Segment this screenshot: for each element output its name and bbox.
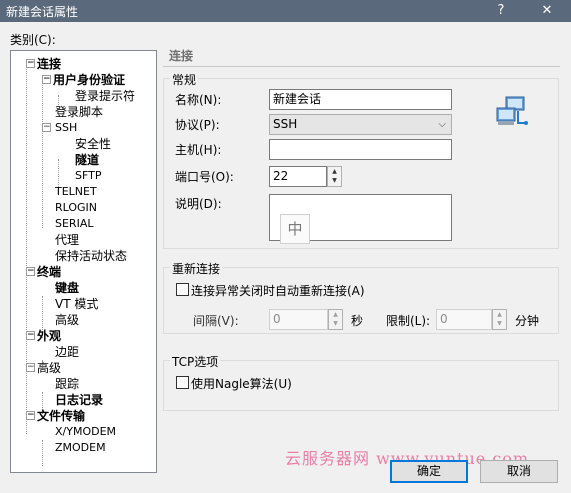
general-group-title: 常规 [170, 71, 199, 88]
name-label: 名称(N): [175, 93, 222, 107]
dialog-body: 类别(C): − 连接 − 用户身份验证 登录提示符 登录脚本 − SSH 安全… [0, 22, 571, 493]
help-button[interactable]: ? [490, 2, 512, 20]
collapse-icon[interactable]: − [42, 75, 51, 84]
protocol-select[interactable]: SSH ⌵ [269, 114, 452, 135]
interval-field[interactable]: 0 [269, 309, 328, 330]
tree-item-login-prompts[interactable]: 登录提示符 [75, 88, 135, 104]
category-tree[interactable]: − 连接 − 用户身份验证 登录提示符 登录脚本 − SSH 安全性 隧道 SF… [10, 50, 157, 473]
tree-guide [26, 64, 27, 434]
tree-item-vt-mode[interactable]: VT 模式 [55, 296, 98, 312]
collapse-icon[interactable]: − [26, 363, 35, 372]
category-label: 类别(C): [10, 33, 56, 47]
minutes-unit: 分钟 [515, 314, 540, 328]
tree-item-keepalive[interactable]: 保持活动状态 [55, 248, 127, 264]
spin-down-icon[interactable]: ▼ [493, 319, 506, 328]
limit-label: 限制(L): [386, 314, 431, 328]
collapse-icon[interactable]: − [26, 411, 35, 420]
port-field[interactable]: 22 [269, 166, 327, 187]
tree-item-terminal-advanced[interactable]: 高级 [55, 312, 79, 328]
seconds-unit: 秒 [351, 314, 364, 328]
nagle-checkbox[interactable] [176, 376, 189, 389]
spin-up-icon[interactable]: ▲ [493, 310, 506, 319]
tree-item-keyboard[interactable]: 键盘 [55, 280, 79, 296]
protocol-label: 协议(P): [175, 118, 220, 132]
limit-spinner[interactable]: ▲ ▼ [492, 309, 507, 330]
tree-item-security[interactable]: 安全性 [75, 136, 111, 152]
tree-item-xymodem[interactable]: X/YMODEM [55, 424, 116, 440]
tree-guide [42, 80, 43, 228]
description-field[interactable]: 中 [269, 194, 452, 244]
collapse-icon[interactable]: − [26, 267, 35, 276]
tree-item-serial[interactable]: SERIAL [55, 216, 93, 232]
interval-label: 间隔(V): [193, 314, 239, 328]
tree-item-trace[interactable]: 跟踪 [55, 376, 79, 392]
port-spinner[interactable]: ▲ ▼ [327, 166, 342, 187]
tree-item-zmodem[interactable]: ZMODEM [55, 440, 106, 456]
collapse-icon[interactable]: − [26, 59, 35, 68]
name-field[interactable]: 新建会话 [269, 89, 452, 110]
nagle-label[interactable]: 使用Nagle算法(U) [191, 375, 292, 392]
reconnect-group-title: 重新连接 [170, 260, 223, 277]
port-label: 端口号(O): [175, 170, 234, 184]
limit-field[interactable]: 0 [436, 309, 492, 330]
panel-title: 连接 [163, 46, 560, 67]
network-icon [494, 95, 530, 129]
spin-up-icon[interactable]: ▲ [328, 167, 341, 176]
tree-item-logging[interactable]: 日志记录 [55, 392, 103, 408]
tree-guide [42, 440, 43, 466]
tree-item-login-script[interactable]: 登录脚本 [55, 104, 103, 120]
auto-reconnect-checkbox[interactable] [176, 283, 189, 296]
window-title: 新建会话属性 [6, 5, 79, 19]
spin-down-icon[interactable]: ▼ [328, 176, 341, 185]
close-button[interactable]: ✕ [536, 2, 558, 20]
host-label: 主机(H): [175, 143, 222, 157]
spin-up-icon[interactable]: ▲ [329, 310, 342, 319]
auto-reconnect-label[interactable]: 连接异常关闭时自动重新连接(A) [191, 282, 365, 299]
tree-item-sftp[interactable]: SFTP [75, 168, 101, 184]
ime-indicator: 中 [280, 214, 310, 244]
tree-item-tunnel[interactable]: 隧道 [75, 152, 99, 168]
collapse-icon[interactable]: − [42, 123, 51, 132]
ok-button[interactable]: 确定 [390, 460, 468, 483]
collapse-icon[interactable]: − [26, 331, 35, 340]
chevron-down-icon: ⌵ [438, 119, 446, 130]
tcp-group-title: TCP选项 [170, 353, 221, 370]
spin-down-icon[interactable]: ▼ [329, 319, 342, 328]
title-bar: 新建会话属性 ? ✕ [0, 0, 571, 22]
protocol-value: SSH [273, 117, 298, 131]
tree-item-margins[interactable]: 边距 [55, 344, 79, 360]
description-label: 说明(D): [175, 197, 222, 211]
interval-spinner[interactable]: ▲ ▼ [328, 309, 343, 330]
tree-item-telnet[interactable]: TELNET [55, 184, 97, 200]
cancel-button[interactable]: 取消 [480, 460, 558, 483]
tree-item-rlogin[interactable]: RLOGIN [55, 200, 97, 216]
tree-item-proxy[interactable]: 代理 [55, 232, 79, 248]
host-field[interactable] [269, 139, 452, 160]
